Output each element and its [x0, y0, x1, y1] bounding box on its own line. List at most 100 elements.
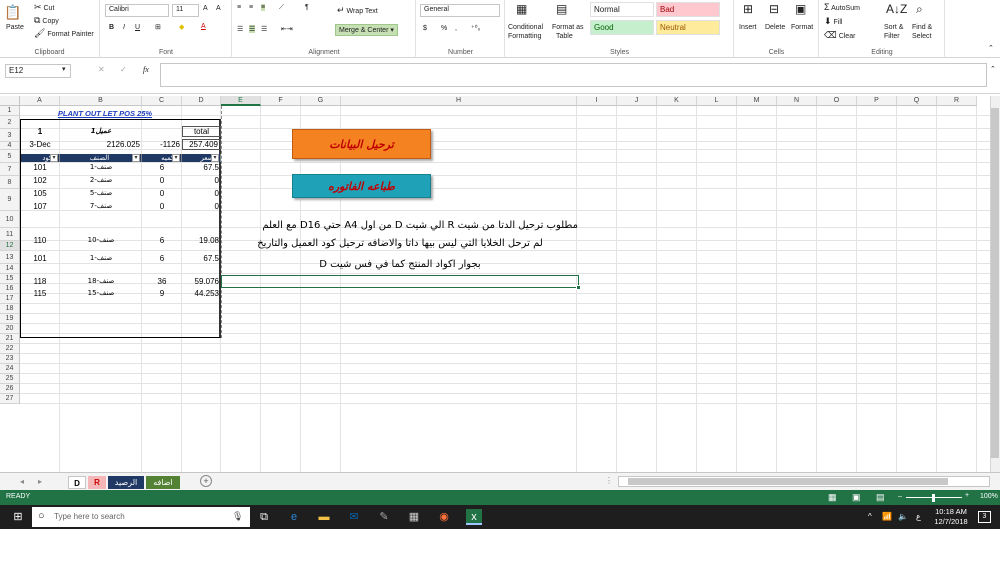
cell-price[interactable]: 44.253	[182, 289, 219, 298]
cell-qty[interactable]: 0	[142, 202, 182, 211]
cell-item[interactable]: صنف-1	[60, 163, 142, 171]
vertical-scroll-thumb[interactable]	[991, 108, 999, 458]
volume-icon[interactable]: 🔈	[898, 512, 908, 521]
zoom-slider-thumb[interactable]	[932, 494, 935, 502]
sheet-tab-d[interactable]: D	[68, 476, 86, 489]
row-header-4[interactable]: 4	[0, 142, 20, 150]
column-header-p[interactable]: P	[857, 96, 897, 106]
page-break-preview-icon[interactable]: ▤	[876, 492, 885, 503]
bold-button[interactable]: B	[109, 24, 114, 31]
column-header-j[interactable]: J	[617, 96, 657, 106]
column-header-a[interactable]: A	[20, 96, 60, 106]
delete-icon[interactable]: ⊟	[769, 2, 779, 16]
row-header-8[interactable]: 8	[0, 176, 20, 189]
enter-icon[interactable]: ✓	[120, 65, 127, 74]
cut-button[interactable]: ✂ Cut	[34, 3, 54, 13]
excel-taskbar-icon[interactable]: x	[466, 509, 482, 525]
shrink-font-button[interactable]: A	[216, 5, 221, 12]
paste-icon[interactable]: 📋	[4, 4, 21, 21]
clear-button[interactable]: ⌫ Clear	[824, 31, 855, 41]
row-header-17[interactable]: 17	[0, 294, 20, 304]
fill-button[interactable]: ⬇ Fill	[824, 17, 842, 27]
row-header-11[interactable]: 11	[0, 228, 20, 241]
filter-dropdown-icon[interactable]: ▾	[211, 154, 219, 162]
row-header-18[interactable]: 18	[0, 304, 20, 314]
orientation-icon[interactable]: ⟋	[279, 4, 284, 12]
cell-c3[interactable]: -1126	[142, 140, 180, 149]
insert-function-icon[interactable]: fx	[143, 65, 149, 74]
network-icon[interactable]: 📶	[882, 512, 892, 521]
row-header-26[interactable]: 26	[0, 384, 20, 394]
font-color-icon[interactable]: A	[201, 23, 206, 30]
cell-qty[interactable]: 6	[142, 163, 182, 172]
cell-a2[interactable]: 1	[20, 127, 60, 136]
expand-formula-icon[interactable]: ⌃	[990, 65, 996, 73]
column-header-r[interactable]: R	[937, 96, 977, 106]
cell-code[interactable]: 101	[20, 163, 60, 172]
cell-a3[interactable]: 3-Dec	[20, 140, 60, 149]
clock-time[interactable]: 10:18 AM	[934, 507, 968, 516]
file-explorer-icon[interactable]: ▬	[316, 509, 332, 525]
column-header-i[interactable]: I	[577, 96, 617, 106]
add-sheet-icon[interactable]: +	[200, 475, 212, 487]
autosum-button[interactable]: Σ AutoSum	[824, 3, 860, 13]
row-header-22[interactable]: 22	[0, 344, 20, 354]
column-header-c[interactable]: C	[142, 96, 182, 106]
conditional-formatting-button[interactable]: Conditional	[508, 24, 543, 31]
cell-code[interactable]: 110	[20, 236, 60, 245]
cell-price[interactable]: 0	[182, 176, 219, 185]
row-header-23[interactable]: 23	[0, 354, 20, 364]
row-header-9[interactable]: 9	[0, 189, 20, 211]
sort-filter-button[interactable]: Sort &	[884, 24, 903, 31]
paste-button[interactable]: Paste	[6, 24, 24, 31]
column-header-d[interactable]: D	[182, 96, 221, 106]
cell-item[interactable]: صنف-18	[60, 277, 142, 285]
indent-icon[interactable]: ⇤⇥	[281, 25, 293, 33]
row-header-14[interactable]: 14	[0, 264, 20, 274]
row-header-24[interactable]: 24	[0, 364, 20, 374]
row-header-21[interactable]: 21	[0, 334, 20, 344]
row-header-7[interactable]: 7	[0, 163, 20, 176]
binoculars-icon[interactable]: ⌕	[916, 2, 923, 17]
cell-code[interactable]: 105	[20, 189, 60, 198]
sheet-tab-balance[interactable]: الرصيد	[108, 476, 144, 489]
horizontal-scroll-thumb[interactable]	[628, 478, 948, 485]
microphone-icon[interactable]: 🎙	[232, 511, 243, 522]
filter-dropdown-icon[interactable]: ▾	[172, 154, 180, 162]
cell-qty[interactable]: 6	[142, 236, 182, 245]
print-invoice-button[interactable]: طباعه الفاتوره	[292, 174, 431, 198]
format-button[interactable]: Format	[791, 24, 813, 31]
insert-button[interactable]: Insert	[739, 24, 757, 31]
cell-item[interactable]: صنف-1	[60, 254, 142, 262]
cell-price[interactable]: 67.5	[182, 163, 219, 172]
row-header-2[interactable]: 2	[0, 116, 20, 129]
language-indicator[interactable]: ع	[916, 512, 921, 521]
row-header-25[interactable]: 25	[0, 374, 20, 384]
delete-button[interactable]: Delete	[765, 24, 785, 31]
scroll-tabs-left-icon[interactable]: ◂	[20, 477, 24, 486]
row-header-16[interactable]: 16	[0, 284, 20, 294]
number-format-combo[interactable]: General	[420, 4, 500, 17]
grow-font-button[interactable]: A	[203, 5, 208, 12]
currency-button[interactable]: $	[423, 25, 427, 32]
zoom-out-icon[interactable]: –	[898, 493, 902, 500]
comma-button[interactable]: ,	[455, 25, 457, 32]
windows-start-icon[interactable]: ⊞	[10, 509, 26, 525]
cell-qty[interactable]: 0	[142, 189, 182, 198]
cell-qty[interactable]: 9	[142, 289, 182, 298]
format-icon[interactable]: ▣	[795, 2, 806, 16]
align-bottom-icon[interactable]: ≡	[261, 4, 266, 11]
cell-price[interactable]: 19.08	[182, 236, 219, 245]
copy-button[interactable]: ⧉ Copy	[34, 16, 59, 26]
row-header-27[interactable]: 27	[0, 394, 20, 404]
cell-price[interactable]: 0	[182, 202, 219, 211]
zoom-level[interactable]: 100%	[980, 493, 998, 500]
clock-date[interactable]: 12/7/2018	[932, 517, 970, 526]
format-as-table-button[interactable]: Format as	[552, 24, 584, 31]
row-header-20[interactable]: 20	[0, 324, 20, 334]
notification-icon[interactable]: 3	[978, 511, 991, 523]
zoom-in-icon[interactable]: +	[965, 492, 969, 499]
rtl-icon[interactable]: ¶	[305, 4, 309, 11]
paint-icon[interactable]: ✎	[376, 509, 392, 525]
format-painter-button[interactable]: 🖌 Format Painter	[34, 29, 94, 39]
